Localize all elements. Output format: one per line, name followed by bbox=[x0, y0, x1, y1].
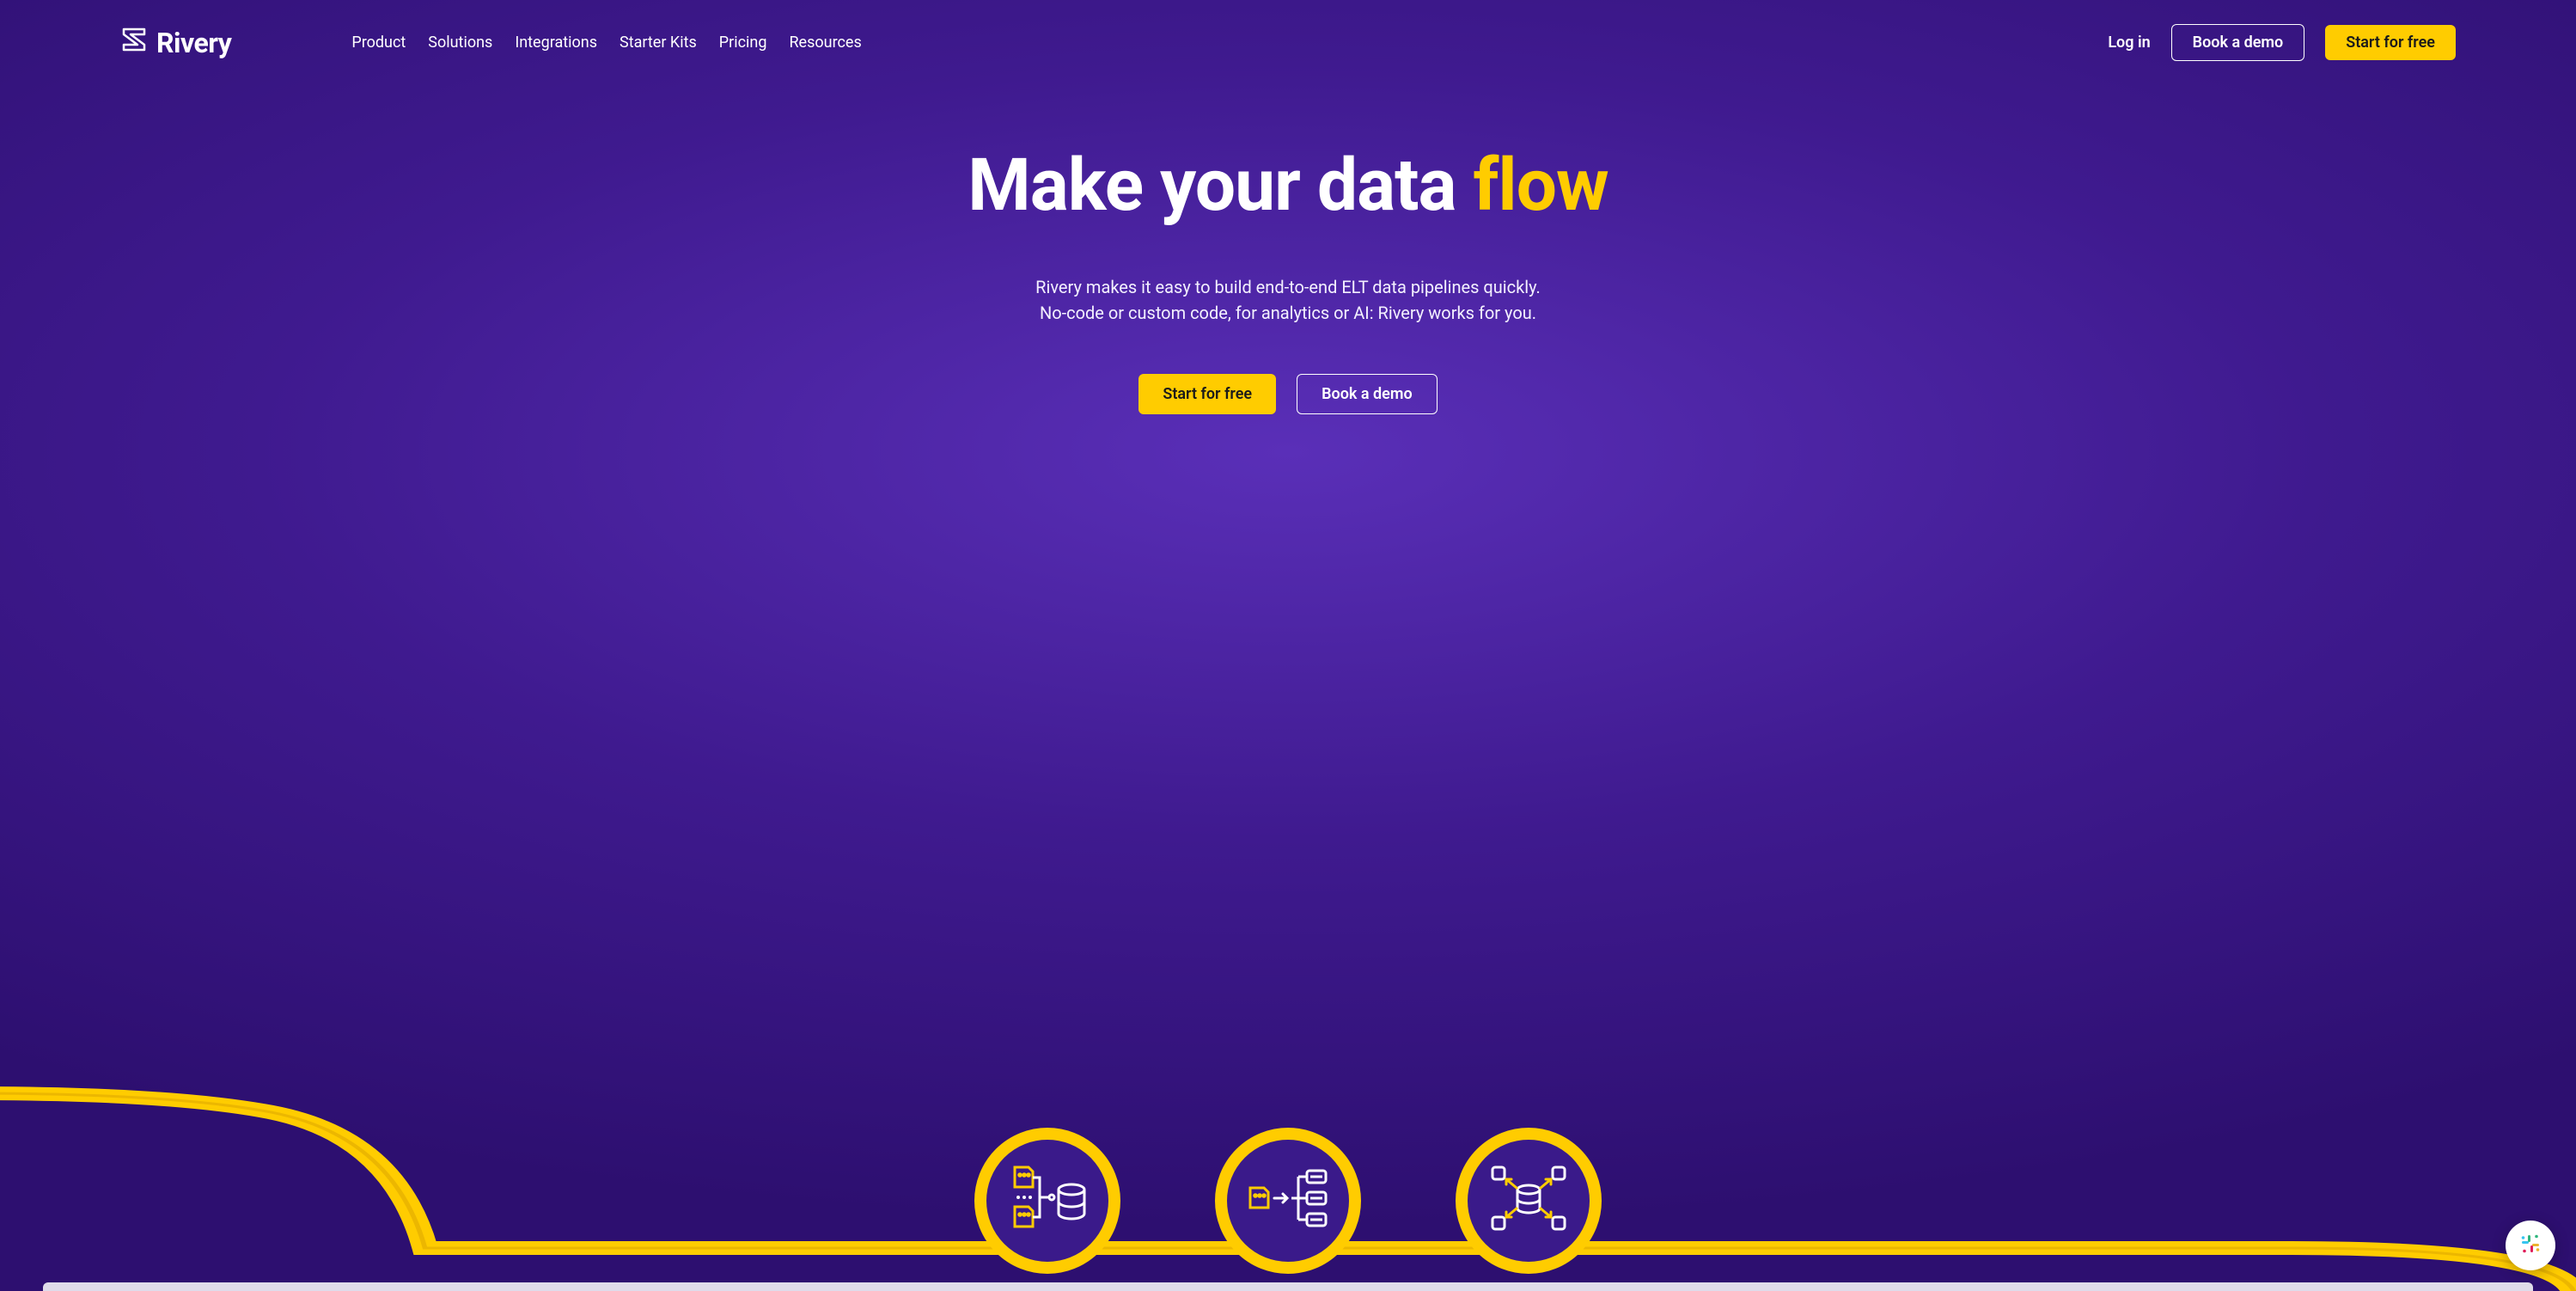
hero-title-main: Make your data bbox=[968, 143, 1473, 228]
nav-item-integrations[interactable]: Integrations bbox=[515, 34, 597, 52]
book-demo-nav-button[interactable]: Book a demo bbox=[2171, 24, 2305, 61]
nav-item-resources[interactable]: Resources bbox=[789, 34, 861, 52]
distribute-icon bbox=[1486, 1160, 1572, 1241]
nav-item-solutions[interactable]: Solutions bbox=[428, 34, 492, 52]
brand-name: Rivery bbox=[156, 27, 231, 59]
nav-item-product[interactable]: Product bbox=[351, 34, 406, 52]
hero-section: Make your data flow Rivery makes it easy… bbox=[0, 143, 2576, 414]
hero-subtitle: Rivery makes it easy to build end-to-end… bbox=[0, 274, 2576, 326]
hero-subtitle-line2: No-code or custom code, for analytics or… bbox=[0, 300, 2576, 326]
nav-links: Product Solutions Integrations Starter K… bbox=[351, 34, 861, 52]
hero-title: Make your data flow bbox=[0, 143, 2576, 228]
nav-item-pricing[interactable]: Pricing bbox=[719, 34, 767, 52]
nav-item-starter-kits[interactable]: Starter Kits bbox=[620, 34, 697, 52]
hero-subtitle-line1: Rivery makes it easy to build end-to-end… bbox=[0, 274, 2576, 300]
feature-ingest bbox=[974, 1128, 1120, 1274]
rivery-logo-icon bbox=[120, 26, 148, 60]
slack-icon bbox=[2518, 1232, 2542, 1259]
chat-widget-button[interactable] bbox=[2506, 1221, 2555, 1270]
bottom-bar bbox=[43, 1282, 2533, 1291]
feature-transform bbox=[1215, 1128, 1361, 1274]
book-demo-hero-button[interactable]: Book a demo bbox=[1297, 374, 1438, 414]
ingest-icon bbox=[1004, 1160, 1090, 1241]
top-nav: Rivery Product Solutions Integrations St… bbox=[0, 0, 2576, 61]
login-link[interactable]: Log in bbox=[2108, 34, 2150, 52]
start-free-hero-button[interactable]: Start for free bbox=[1138, 374, 1276, 414]
feature-circles bbox=[0, 1128, 2576, 1274]
feature-distribute bbox=[1456, 1128, 1602, 1274]
transform-icon bbox=[1245, 1160, 1331, 1241]
start-free-nav-button[interactable]: Start for free bbox=[2325, 25, 2456, 60]
hero-ctas: Start for free Book a demo bbox=[0, 374, 2576, 414]
brand-logo[interactable]: Rivery bbox=[120, 26, 231, 60]
pipeline-graphic bbox=[0, 1076, 2576, 1291]
nav-right: Log in Book a demo Start for free bbox=[2108, 24, 2456, 61]
hero-title-accent: flow bbox=[1473, 143, 1608, 228]
